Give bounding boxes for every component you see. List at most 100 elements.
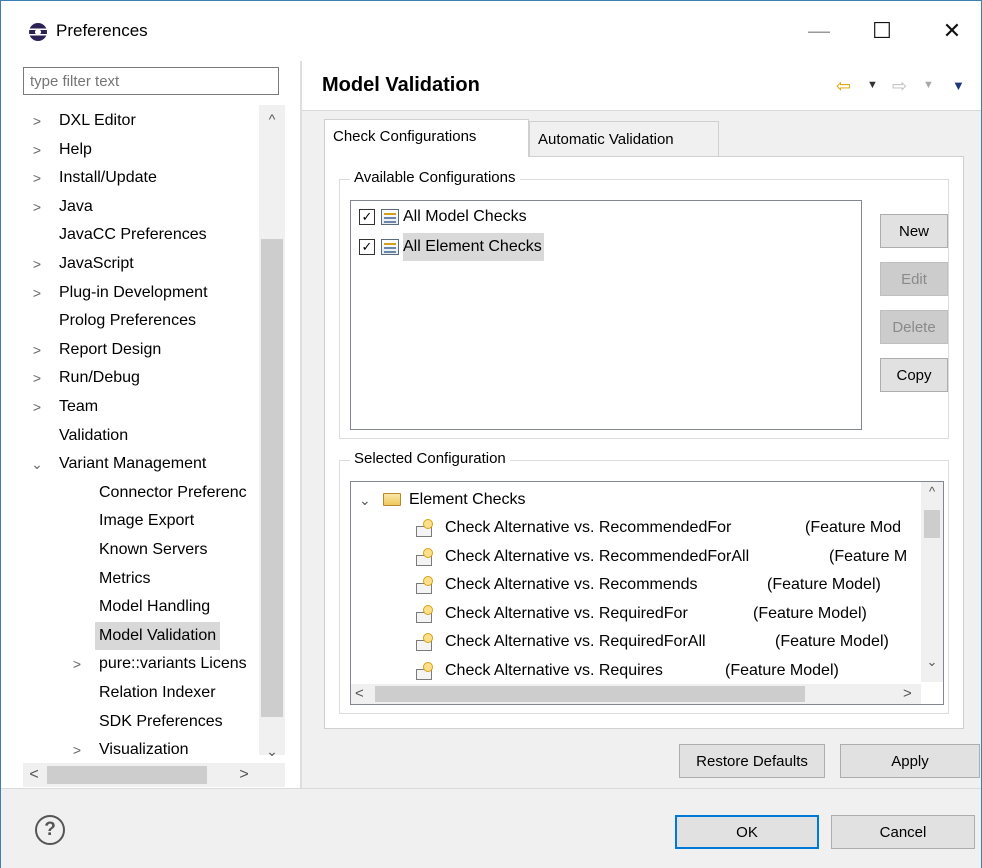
- tab-automatic-validation[interactable]: Automatic Validation: [529, 121, 719, 157]
- selected-configuration-group: Selected Configuration ⌄ Element Checks …: [339, 450, 949, 714]
- tree-item-label: Install/Update: [59, 169, 157, 187]
- scroll-thumb[interactable]: [924, 510, 940, 538]
- maximize-button[interactable]: ☐: [859, 11, 905, 51]
- scroll-down-arrow-icon[interactable]: ⌄: [259, 739, 285, 763]
- page-title: Model Validation: [322, 74, 480, 96]
- tree-item-label: Image Export: [99, 512, 195, 530]
- collapse-chevron-icon[interactable]: >: [69, 736, 85, 764]
- scroll-right-arrow-icon[interactable]: >: [233, 763, 255, 787]
- filter-input[interactable]: [23, 67, 279, 95]
- minimize-button[interactable]: —: [796, 11, 842, 51]
- expand-chevron-icon[interactable]: ⌄: [29, 450, 45, 478]
- collapse-chevron-icon[interactable]: >: [29, 193, 45, 221]
- tree-item-label: Team: [59, 398, 99, 415]
- collapse-chevron-icon[interactable]: >: [69, 650, 85, 678]
- copy-button[interactable]: Copy: [880, 358, 948, 392]
- check-rule-icon: [415, 604, 433, 623]
- tree-item-label: DXL Editor: [59, 112, 136, 129]
- ok-button[interactable]: OK: [675, 815, 819, 849]
- tree-item-label: Connector Preferenc: [99, 483, 247, 501]
- edit-button[interactable]: Edit: [880, 262, 948, 296]
- selected-configuration-tree[interactable]: ⌄ Element Checks Check Alternative vs. R…: [350, 481, 944, 705]
- tree-item-label: SDK Preferences: [99, 712, 223, 730]
- check-model: (Feature M: [829, 547, 908, 565]
- collapse-chevron-icon[interactable]: >: [29, 364, 45, 392]
- scroll-left-arrow-icon[interactable]: <: [355, 684, 364, 704]
- tree-item-label: Model Handling: [99, 598, 211, 616]
- help-icon[interactable]: ?: [35, 815, 65, 845]
- tree-item-label: Report Design: [59, 340, 162, 358]
- cancel-button[interactable]: Cancel: [831, 815, 975, 849]
- tab-check-configurations[interactable]: Check Configurations: [324, 119, 529, 157]
- collapse-chevron-icon[interactable]: >: [29, 136, 45, 164]
- check-rule-icon: [415, 547, 433, 566]
- collapse-chevron-icon[interactable]: >: [29, 393, 45, 421]
- checkbox[interactable]: ✓: [359, 209, 375, 225]
- scroll-up-arrow-icon[interactable]: ^: [921, 484, 943, 499]
- tree-item-label: Element Checks: [409, 491, 526, 508]
- tree-item-label: Help: [59, 140, 92, 158]
- collapse-chevron-icon[interactable]: >: [29, 279, 45, 307]
- selected-vertical-scrollbar[interactable]: ^ ⌄: [921, 482, 943, 682]
- delete-button[interactable]: Delete: [880, 310, 948, 344]
- expand-chevron-icon[interactable]: ⌄: [359, 486, 371, 514]
- view-menu-icon[interactable]: ▼: [952, 78, 965, 93]
- check-name: Check Alternative vs. RecommendedForAll: [445, 547, 750, 565]
- tree-item-label: Model Validation: [95, 621, 221, 650]
- collapse-chevron-icon[interactable]: >: [29, 336, 45, 364]
- checkbox[interactable]: ✓: [359, 239, 375, 255]
- check-rule-icon: [415, 633, 433, 651]
- scroll-thumb[interactable]: [47, 766, 207, 784]
- tree-item-label: Prolog Preferences: [59, 312, 196, 330]
- tree-item-label: Plug-in Development: [59, 283, 208, 301]
- check-model: (Feature Model): [767, 576, 881, 593]
- scroll-thumb[interactable]: [261, 239, 283, 717]
- preferences-window: Preferences — ☐ ✕ > DXL Editor > Help > Insta…: [0, 0, 982, 868]
- tree-item-label: Java: [59, 197, 93, 215]
- tab-panel-check-configurations: Available Configurations ✓ All Model Che…: [324, 156, 964, 729]
- check-rule-icon: [415, 661, 433, 680]
- tree-item-label: JavaScript: [59, 255, 134, 272]
- restore-defaults-button[interactable]: Restore Defaults: [679, 744, 825, 778]
- collapse-chevron-icon[interactable]: >: [29, 250, 45, 278]
- check-model: (Feature Mod: [805, 519, 902, 536]
- scroll-up-arrow-icon[interactable]: ^: [259, 107, 285, 131]
- scroll-left-arrow-icon[interactable]: <: [23, 763, 45, 787]
- tree-vertical-scrollbar[interactable]: ^ ⌄: [259, 105, 285, 759]
- tree-item-label: Metrics: [99, 569, 151, 587]
- check-name: Check Alternative vs. Recommends: [445, 576, 698, 593]
- check-rule-icon: [415, 519, 433, 537]
- available-configurations-group: Available Configurations ✓ All Model Che…: [339, 169, 949, 439]
- new-button[interactable]: New: [880, 214, 948, 248]
- selected-horizontal-scrollbar[interactable]: < >: [351, 684, 921, 704]
- title-bar: Preferences — ☐ ✕: [1, 1, 981, 61]
- configuration-icon: [381, 209, 399, 225]
- scroll-right-arrow-icon[interactable]: >: [903, 684, 912, 704]
- back-arrow-icon[interactable]: ⇦: [836, 76, 851, 97]
- check-model: (Feature Model): [753, 604, 867, 622]
- scroll-thumb[interactable]: [375, 686, 805, 702]
- collapse-chevron-icon[interactable]: >: [29, 164, 45, 192]
- tree-item-label: Known Servers: [99, 541, 208, 558]
- eclipse-app-icon: [29, 23, 47, 41]
- preference-tree: > DXL Editor > Help > Install/Update > Java Java…: [23, 105, 285, 785]
- tree-item-label: Visualization: [99, 741, 189, 759]
- check-name: Check Alternative vs. Requires: [445, 661, 663, 679]
- tree-horizontal-scrollbar[interactable]: < >: [23, 763, 285, 787]
- tab-folder: Check Configurations Automatic Validatio…: [324, 119, 964, 729]
- tree-item-label: Validation: [59, 426, 129, 444]
- close-button[interactable]: ✕: [929, 11, 975, 51]
- apply-button[interactable]: Apply: [840, 744, 980, 778]
- group-title: Selected Configuration: [350, 450, 510, 467]
- configuration-label: All Element Checks: [403, 233, 544, 261]
- configuration-label: All Model Checks: [403, 208, 527, 225]
- group-title: Available Configurations: [350, 169, 520, 186]
- check-name: Check Alternative vs. RequiredForAll: [445, 633, 706, 650]
- scroll-down-arrow-icon[interactable]: ⌄: [921, 654, 943, 670]
- configurations-list[interactable]: ✓ All Model Checks ✓ All Element Checks: [350, 200, 862, 430]
- forward-arrow-icon[interactable]: ⇨: [892, 76, 907, 97]
- check-model: (Feature Model): [725, 661, 839, 679]
- forward-dropdown-icon[interactable]: ▼: [923, 79, 934, 91]
- collapse-chevron-icon[interactable]: >: [29, 107, 45, 135]
- back-dropdown-icon[interactable]: ▼: [867, 79, 878, 91]
